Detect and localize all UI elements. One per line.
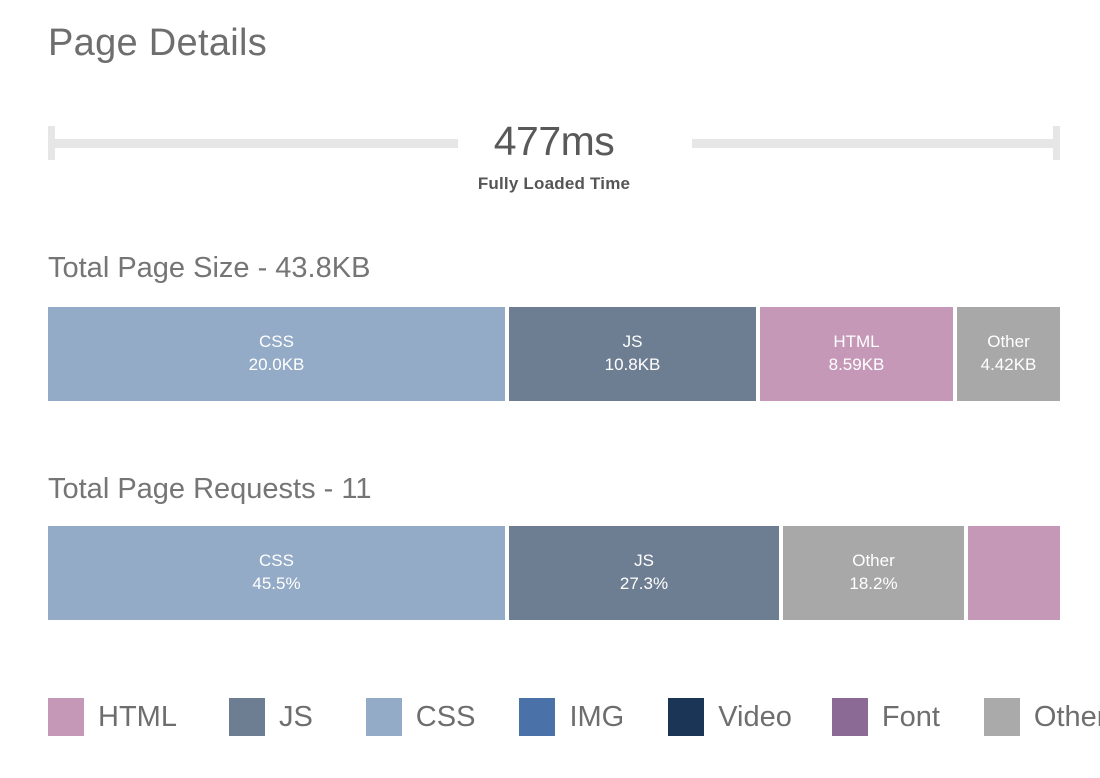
legend-label: Font xyxy=(881,700,940,733)
bar-segment-value: 8.59KB xyxy=(828,355,885,374)
bar-segment-label: CSS xyxy=(259,551,294,571)
bar-segment-value: 4.42KB xyxy=(980,355,1037,374)
bar-segment-label: Other xyxy=(987,332,1030,352)
legend-swatch-font-icon xyxy=(831,698,868,736)
bar-segment-value: 20.0KB xyxy=(248,355,305,374)
legend-label: IMG xyxy=(569,700,625,733)
fully-loaded-timeline: 477ms Fully Loaded Time xyxy=(48,118,1060,193)
bar-segment-css[interactable]: CSS 45.5% xyxy=(48,526,505,620)
resource-type-legend: HTML JS CSS IMG Video Font Other xyxy=(48,698,1100,736)
total-page-requests-title: Total Page Requests - 11 xyxy=(48,473,372,505)
fully-loaded-time-value: 477ms xyxy=(493,118,615,164)
bar-segment-value: 45.5% xyxy=(252,574,301,593)
legend-label: JS xyxy=(278,700,313,733)
legend-label: Other xyxy=(1033,700,1100,733)
bar-segment-label: JS xyxy=(634,551,654,571)
legend-item-img[interactable]: IMG xyxy=(519,698,624,736)
bar-segment-label: Other xyxy=(852,551,895,571)
legend-swatch-img-icon xyxy=(519,698,556,736)
bar-segment-label: HTML xyxy=(833,332,880,352)
page-requests-stacked-bar: CSS 45.5% JS 27.3% Other 18.2% xyxy=(48,526,1060,620)
fully-loaded-time-caption: Fully Loaded Time xyxy=(477,174,631,193)
page-size-stacked-bar: CSS 20.0KB JS 10.8KB HTML 8.59KB Other 4.42KB xyxy=(48,307,1060,401)
legend-label: Video xyxy=(718,700,792,733)
total-page-size-title: Total Page Size - 43.8KB xyxy=(48,252,371,284)
page-title: Page Details xyxy=(48,22,268,64)
legend-swatch-js-icon xyxy=(228,698,265,736)
bar-segment-html[interactable]: HTML 8.59KB xyxy=(760,307,953,401)
bar-segment-css[interactable]: CSS 20.0KB xyxy=(48,307,505,401)
legend-swatch-css-icon xyxy=(365,698,402,736)
bar-segment-js[interactable]: JS 27.3% xyxy=(509,526,779,620)
legend-swatch-html-icon xyxy=(48,698,84,736)
bar-segment-other[interactable]: Other 18.2% xyxy=(783,526,964,620)
bar-segment-label: CSS xyxy=(259,332,294,352)
legend-item-video[interactable]: Video xyxy=(668,698,792,736)
bar-segment-label: JS xyxy=(622,332,643,352)
legend-item-js[interactable]: JS xyxy=(228,698,313,736)
legend-swatch-video-icon xyxy=(668,698,705,736)
legend-item-css[interactable]: CSS xyxy=(365,698,476,736)
bar-segment-value: 27.3% xyxy=(619,574,669,593)
legend-label: CSS xyxy=(415,700,476,733)
legend-swatch-other-icon xyxy=(983,698,1020,736)
bar-segment-value: 10.8KB xyxy=(604,355,661,374)
bar-segment-other[interactable]: Other 4.42KB xyxy=(957,307,1060,401)
legend-item-other[interactable]: Other xyxy=(983,698,1100,736)
bar-segment-js[interactable]: JS 10.8KB xyxy=(509,307,756,401)
legend-item-font[interactable]: Font xyxy=(831,698,940,736)
legend-label: HTML xyxy=(98,700,177,733)
bar-segment-value: 18.2% xyxy=(849,574,898,593)
bar-segment[interactable] xyxy=(968,526,1060,620)
legend-item-html[interactable]: HTML xyxy=(48,698,177,736)
